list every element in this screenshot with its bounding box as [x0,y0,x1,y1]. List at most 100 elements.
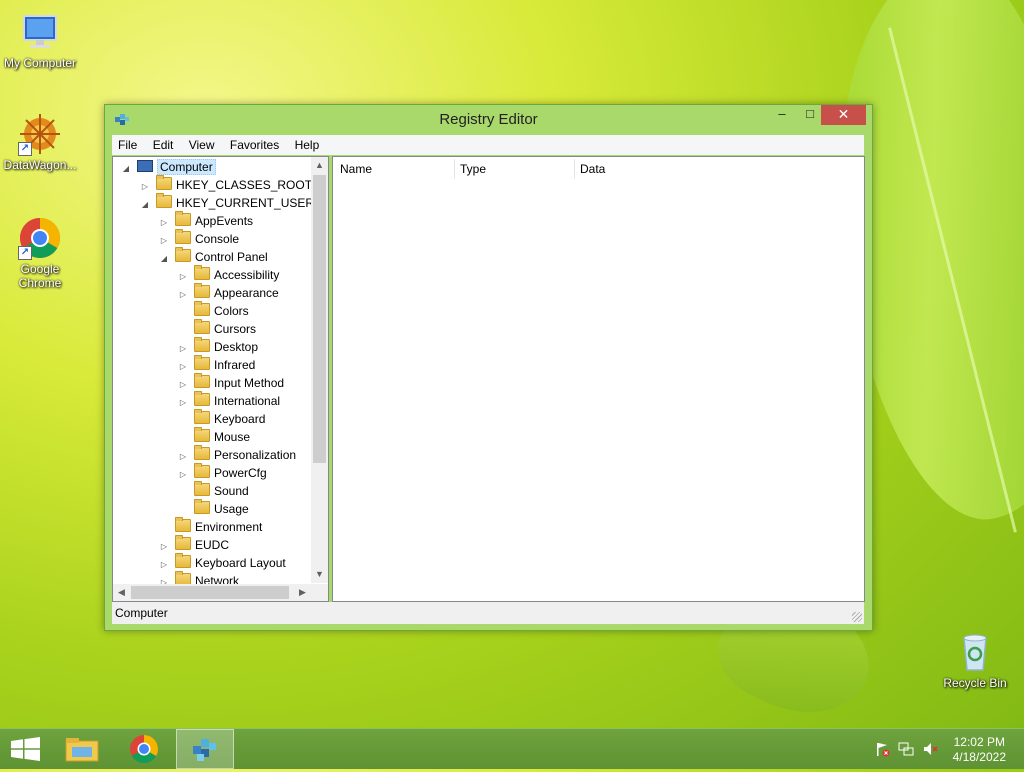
values-list[interactable]: Name Type Data [332,156,865,602]
scroll-thumb[interactable] [131,586,289,599]
menu-view[interactable]: View [183,135,221,152]
desktop-icon-label: Recycle Bin [943,676,1007,690]
registry-tree[interactable]: ◢ Computer ▷ HKEY_CLASSES_ROOT ◢ HKEY_CURRE… [112,156,329,602]
tree-item-label: Keyboard Layout [195,556,286,570]
desktop-icon-datawagon[interactable]: ↗ DataWagon... [0,112,80,172]
tree-item-label: Sound [214,484,249,498]
column-header-data[interactable]: Data [580,162,605,176]
menu-edit[interactable]: Edit [147,135,180,152]
resize-grip[interactable] [852,612,862,622]
registry-editor-window: Registry Editor – □ ✕ File Edit View Fav… [104,104,873,631]
tree-item-appevents[interactable]: ▷ AppEvents [159,211,253,230]
folder-icon [194,283,210,298]
tree-item-label: Control Panel [195,250,268,264]
folder-icon [194,409,210,424]
folder-icon [194,463,210,478]
tree-item-hkcr[interactable]: ▷ HKEY_CLASSES_ROOT [140,175,313,194]
tree-item-hkcu[interactable]: ◢ HKEY_CURRENT_USER [140,193,315,214]
scroll-up-icon[interactable]: ▲ [311,157,328,174]
menu-help[interactable]: Help [289,135,326,152]
collapse-icon[interactable]: ◢ [159,250,169,268]
title-bar[interactable]: Registry Editor – □ ✕ [105,105,872,135]
recycle-bin-icon [953,630,997,674]
network-icon[interactable] [898,741,914,757]
folder-icon [194,391,210,406]
taskbar-registry-editor[interactable] [176,729,234,769]
desktop-icon-label: DataWagon... [3,158,77,172]
status-path: Computer [115,606,168,620]
tree-item-label: Keyboard [214,412,266,426]
desktop-icon-recycle-bin[interactable]: Recycle Bin [935,630,1015,690]
collapse-icon[interactable]: ◢ [140,196,150,214]
desktop-icon-label: Google Chrome [18,262,62,290]
folder-icon [175,517,191,532]
desktop-icon-my-computer[interactable]: My Computer [0,10,80,70]
tree-item-mouse[interactable]: Mouse [178,427,250,446]
clock-time: 12:02 PM [953,735,1005,749]
column-divider[interactable] [454,159,455,179]
action-center-flag-icon[interactable] [874,741,890,757]
tree-item-label: Console [195,232,240,246]
taskbar-file-explorer[interactable] [54,729,110,769]
status-bar: Computer [112,602,864,624]
tree-item-colors[interactable]: Colors [178,301,249,320]
minimize-button[interactable]: – [769,105,795,125]
close-button[interactable]: ✕ [821,105,866,125]
menu-favorites[interactable]: Favorites [224,135,285,152]
tree-item-usage[interactable]: Usage [178,499,249,518]
tree-item-label: HKEY_CLASSES_ROOT [176,178,313,192]
folder-icon [194,355,210,370]
column-header-name[interactable]: Name [340,162,372,176]
tree-item-label: Appearance [214,286,279,300]
tree-horizontal-scrollbar[interactable]: ◀ ▶ [113,584,328,601]
window-title: Registry Editor [439,111,538,128]
windows-logo-icon [11,737,40,761]
tree-item-powercfg[interactable]: ▷ PowerCfg [178,463,267,482]
desktop-icon-google-chrome[interactable]: ↗ Google Chrome [0,216,80,290]
monitor-icon [18,10,62,54]
tree-item-label: Usage [214,502,249,516]
chrome-icon [130,735,158,763]
volume-muted-icon[interactable] [922,741,938,757]
tree-item-environment[interactable]: Environment [159,517,263,536]
tree-item-label: PowerCfg [214,466,267,480]
tree-item-computer[interactable]: ◢ Computer [121,158,216,176]
menu-file[interactable]: File [112,135,143,152]
tree-item-sound[interactable]: Sound [178,481,249,500]
tree-item-label: Environment [195,520,263,534]
tree-item-personalization[interactable]: ▷ Personalization [178,445,296,464]
tree-vertical-scrollbar[interactable]: ▲ ▼ [311,157,328,583]
folder-icon [156,193,172,208]
folder-icon [175,211,191,226]
tree-item-keyboard-layout[interactable]: ▷ Keyboard Layout [159,553,286,572]
column-divider[interactable] [574,159,575,179]
tree-item-desktop[interactable]: ▷ Desktop [178,337,258,356]
tree-item-accessibility[interactable]: ▷ Accessibility [178,265,279,284]
tree-item-keyboard[interactable]: Keyboard [178,409,266,428]
clock-date: 4/18/2022 [952,750,1006,764]
scroll-thumb[interactable] [313,175,326,463]
tree-item-international[interactable]: ▷ International [178,391,280,410]
maximize-button[interactable]: □ [797,105,823,125]
tree-item-console[interactable]: ▷ Console [159,229,240,248]
folder-icon [194,481,210,496]
scroll-down-icon[interactable]: ▼ [311,566,328,583]
computer-icon [137,160,153,172]
tree-item-label: HKEY_CURRENT_USER [176,196,315,210]
tree-item-label: Input Method [214,376,285,390]
column-header-type[interactable]: Type [460,162,486,176]
start-button[interactable] [0,729,56,769]
shortcut-arrow-icon: ↗ [18,142,32,156]
tree-item-infrared[interactable]: ▷ Infrared [178,355,255,374]
tree-item-appearance[interactable]: ▷ Appearance [178,283,279,302]
tree-item-input-method[interactable]: ▷ Input Method [178,373,285,392]
tree-item-eudc[interactable]: ▷ EUDC [159,535,229,554]
scroll-left-icon[interactable]: ◀ [113,584,130,601]
scroll-right-icon[interactable]: ▶ [294,584,311,601]
collapse-icon[interactable]: ◢ [121,160,131,178]
tree-item-control-panel[interactable]: ◢ Control Panel [159,247,268,268]
taskbar-chrome[interactable] [116,729,172,769]
tree-item-cursors[interactable]: Cursors [178,319,256,338]
registry-editor-icon [193,739,216,761]
system-clock[interactable]: 12:02 PM 4/18/2022 [953,735,1006,765]
